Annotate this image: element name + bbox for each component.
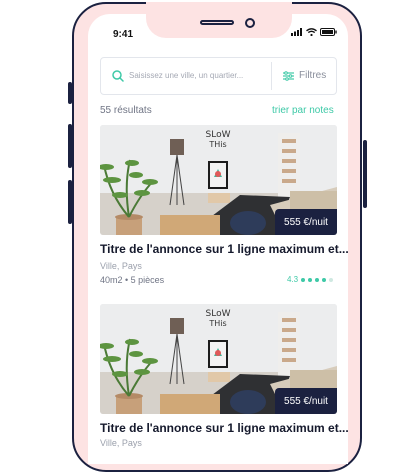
listing-details: 40m2 • 5 pièces (100, 275, 165, 285)
rating-dot (308, 277, 313, 282)
phone-speaker (200, 20, 234, 25)
status-icons (291, 28, 337, 36)
phone-power-button (363, 140, 367, 208)
svg-text:SLoW: SLoW (206, 130, 231, 140)
search-icon (112, 70, 124, 82)
filter-sliders-icon[interactable] (283, 71, 294, 81)
price-badge: 555 €/nuit (275, 388, 337, 414)
results-count: 55 résultats (100, 105, 152, 116)
wifi-icon (306, 28, 317, 36)
rating-value: 4.3 (287, 275, 299, 284)
price-badge: 555 €/nuit (275, 209, 337, 235)
status-time: 9:41 (113, 29, 134, 40)
sort-by-rating-link[interactable]: trier par notes (272, 105, 334, 116)
listing-photo[interactable]: SLoW THis 555 €/nuit (100, 125, 337, 235)
listing-rating: 4.3 (287, 275, 334, 284)
listing-photo[interactable]: SLoW THis 555 €/nuit (100, 304, 337, 414)
search-divider (271, 62, 272, 90)
listing-title[interactable]: Titre de l'annonce sur 1 ligne maximum e… (100, 242, 349, 256)
listing-location: Ville, Pays (100, 261, 142, 271)
phone-mute-switch (68, 82, 72, 104)
phone-volume-down-button (68, 180, 72, 224)
rating-dot (322, 277, 327, 282)
battery-icon (320, 28, 337, 36)
phone-volume-up-button (68, 124, 72, 168)
rating-dot (329, 277, 334, 282)
signal-icon (291, 28, 302, 36)
search-input[interactable]: Saisissez une ville, un quartier... (129, 71, 243, 80)
phone-camera (245, 18, 255, 28)
svg-text:SLoW: SLoW (206, 309, 231, 319)
svg-text:THis: THis (208, 319, 226, 328)
filters-button[interactable]: Filtres (299, 70, 326, 81)
rating-dot (315, 277, 320, 282)
rating-dot (301, 277, 306, 282)
search-bar[interactable]: Saisissez une ville, un quartier... Filt… (100, 57, 337, 95)
svg-text:THis: THis (208, 140, 226, 149)
listing-title[interactable]: Titre de l'annonce sur 1 ligne maximum e… (100, 421, 349, 435)
listing-location: Ville, Pays (100, 438, 142, 448)
